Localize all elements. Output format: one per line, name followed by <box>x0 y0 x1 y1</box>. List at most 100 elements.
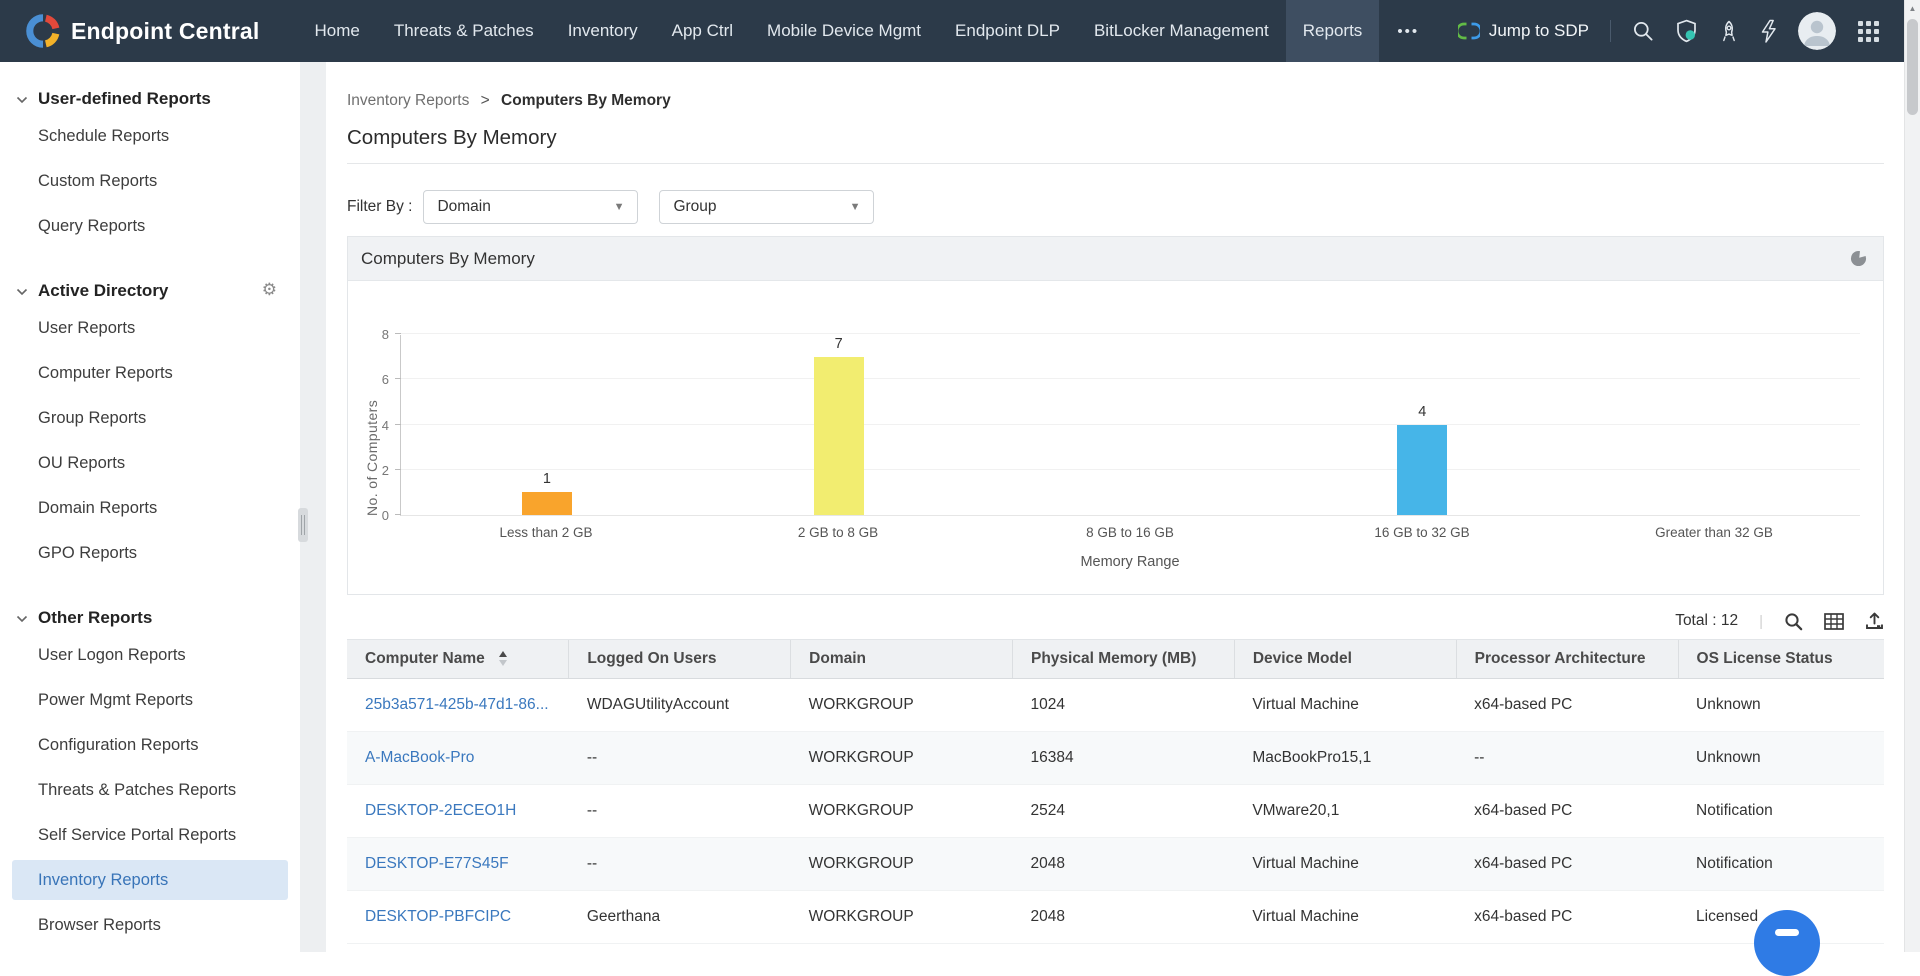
search-icon[interactable] <box>1632 20 1654 42</box>
column-header-os-license-status[interactable]: OS License Status <box>1678 640 1884 679</box>
sidebar-item-inventory-reports[interactable]: Inventory Reports <box>12 860 288 900</box>
nav-item-bitlocker-management[interactable]: BitLocker Management <box>1077 0 1286 62</box>
computer-name-link[interactable]: DESKTOP-E77S45F <box>365 855 509 872</box>
chart-bar-less-than-2-gb[interactable]: 1 <box>522 492 572 515</box>
lightning-icon[interactable] <box>1760 19 1777 44</box>
nav-item-mobile-device-mgmt[interactable]: Mobile Device Mgmt <box>750 0 938 62</box>
table-cell: Notification <box>1678 785 1884 838</box>
chart-plot: 02468174 <box>400 335 1860 516</box>
app-logo[interactable]: Endpoint Central <box>0 0 283 62</box>
y-tick-label: 2 <box>355 463 389 478</box>
sidebar-section-header-other-reports[interactable]: Other Reports <box>0 603 300 633</box>
domain-filter-dropdown[interactable]: Domain ▼ <box>423 190 638 224</box>
sidebar-section-header-active-directory[interactable]: Active Directory⚙ <box>0 276 300 306</box>
sort-icons[interactable] <box>499 651 507 666</box>
computer-name-link[interactable]: DESKTOP-2ECEO1H <box>365 802 516 819</box>
shield-security-icon[interactable] <box>1675 19 1698 44</box>
sidebar-gutter <box>300 62 326 952</box>
nav-item-app-ctrl[interactable]: App Ctrl <box>655 0 750 62</box>
table-cell: MacBookPro15,1 <box>1234 732 1456 785</box>
endpoint-central-logo-icon <box>26 14 60 48</box>
nav-more-button[interactable]: ••• <box>1379 0 1437 62</box>
chart-bar-2-gb-to-8-gb[interactable]: 7 <box>814 357 864 515</box>
sidebar-item-domain-reports[interactable]: Domain Reports <box>12 486 288 531</box>
sidebar-item-computer-reports[interactable]: Computer Reports <box>12 351 288 396</box>
sidebar-item-gpo-reports[interactable]: GPO Reports <box>12 531 288 576</box>
chart-bar-16-gb-to-32-gb[interactable]: 4 <box>1397 425 1447 516</box>
sidebar-section-header-user-defined-reports[interactable]: User-defined Reports <box>0 84 300 114</box>
pie-chart-icon[interactable] <box>1850 250 1867 267</box>
sidebar-item-user-logon-reports[interactable]: User Logon Reports <box>12 633 288 678</box>
sidebar-resize-handle[interactable] <box>298 508 308 542</box>
group-filter-dropdown[interactable]: Group ▼ <box>659 190 874 224</box>
nav-item-endpoint-dlp[interactable]: Endpoint DLP <box>938 0 1077 62</box>
column-header-logged-on-users[interactable]: Logged On Users <box>569 640 791 679</box>
table-row: 25b3a571-425b-47d1-86... WDAGUtilityAccou… <box>347 679 1884 732</box>
gridline <box>401 333 1860 334</box>
chevron-down-icon: ▼ <box>614 201 625 213</box>
y-tick-mark <box>395 469 401 470</box>
export-icon[interactable] <box>1865 612 1884 630</box>
table-row: DESKTOP-E77S45F--WORKGROUP2048Virtual Ma… <box>347 838 1884 891</box>
sidebar-item-custom-reports[interactable]: Custom Reports <box>12 159 288 204</box>
computer-name-link[interactable]: 25b3a571-425b-47d1-86... <box>365 696 549 713</box>
sidebar-section-active-directory: Active Directory⚙User ReportsComputer Re… <box>0 276 300 576</box>
nav-item-inventory[interactable]: Inventory <box>551 0 655 62</box>
sidebar-item-ou-reports[interactable]: OU Reports <box>12 441 288 486</box>
nav-item-home[interactable]: Home <box>297 0 376 62</box>
nav-item-reports[interactable]: Reports <box>1286 0 1380 62</box>
sidebar-item-user-reports[interactable]: User Reports <box>12 306 288 351</box>
y-tick-mark <box>395 514 401 515</box>
scrollbar-up-arrow[interactable]: ▲ <box>1905 0 1920 17</box>
sidebar-section-user-defined-reports: User-defined ReportsSchedule ReportsCust… <box>0 84 300 249</box>
sidebar-item-query-reports[interactable]: Query Reports <box>12 204 288 249</box>
table-row: DESKTOP-2ECEO1H--WORKGROUP2524VMware20,1… <box>347 785 1884 838</box>
sidebar-item-power-mgmt-reports[interactable]: Power Mgmt Reports <box>12 678 288 723</box>
x-category-label: Less than 2 GB <box>400 525 692 540</box>
computer-name-link[interactable]: A-MacBook-Pro <box>365 749 474 766</box>
column-grid-icon[interactable] <box>1824 613 1844 630</box>
sidebar-item-browser-reports[interactable]: Browser Reports <box>12 903 288 948</box>
column-header-label: Logged On Users <box>587 650 716 667</box>
x-category-label: 2 GB to 8 GB <box>692 525 984 540</box>
y-tick-mark <box>395 378 401 379</box>
table-cell: WORKGROUP <box>791 732 1013 785</box>
x-category-label: 8 GB to 16 GB <box>984 525 1276 540</box>
computer-name-cell: 25b3a571-425b-47d1-86... <box>347 679 569 732</box>
column-header-physical-memory-mb[interactable]: Physical Memory (MB) <box>1012 640 1234 679</box>
topnav-divider <box>1610 20 1611 42</box>
sidebar-section-title: Other Reports <box>38 608 152 628</box>
chat-button[interactable] <box>1754 910 1820 976</box>
sidebar-section-other-reports: Other Reports User Logon ReportsPower Mgm… <box>0 603 300 948</box>
chevron-down-icon <box>16 96 28 104</box>
column-header-device-model[interactable]: Device Model <box>1234 640 1456 679</box>
sidebar-item-self-service-portal-reports[interactable]: Self Service Portal Reports <box>12 813 288 858</box>
breadcrumb-separator: > <box>481 92 490 109</box>
jump-to-sdp-button[interactable]: Jump to SDP <box>1458 21 1589 41</box>
table-row: DESKTOP-PBFCIPCGeerthanaWORKGROUP2048Vir… <box>347 891 1884 944</box>
column-header-domain[interactable]: Domain <box>791 640 1013 679</box>
table-cell: WDAGUtilityAccount <box>569 679 791 732</box>
search-icon[interactable] <box>1784 612 1803 631</box>
nav-item-threats-patches[interactable]: Threats & Patches <box>377 0 551 62</box>
gear-icon[interactable]: ⚙ <box>262 280 277 300</box>
vertical-scrollbar[interactable]: ▲ <box>1904 0 1920 952</box>
table-cell: Unknown <box>1678 679 1884 732</box>
column-header-computer-name[interactable]: Computer Name <box>347 640 569 679</box>
avatar[interactable] <box>1798 12 1836 50</box>
rocket-icon[interactable] <box>1719 20 1739 43</box>
column-header-processor-architecture[interactable]: Processor Architecture <box>1456 640 1678 679</box>
sidebar-item-schedule-reports[interactable]: Schedule Reports <box>12 114 288 159</box>
sidebar-item-configuration-reports[interactable]: Configuration Reports <box>12 723 288 768</box>
topnav-right-tools: Jump to SDP <box>1458 0 1920 62</box>
chart-panel: Computers By Memory No. of Computers 024… <box>347 236 1884 595</box>
apps-grid-icon[interactable] <box>1857 20 1880 43</box>
sidebar-item-threats-patches-reports[interactable]: Threats & Patches Reports <box>12 768 288 813</box>
table-cell: WORKGROUP <box>791 785 1013 838</box>
y-tick-label: 6 <box>355 372 389 387</box>
scrollbar-thumb[interactable] <box>1907 19 1918 115</box>
breadcrumb-parent-link[interactable]: Inventory Reports <box>347 92 469 109</box>
computer-name-link[interactable]: DESKTOP-PBFCIPC <box>365 908 511 925</box>
sidebar-item-group-reports[interactable]: Group Reports <box>12 396 288 441</box>
table-cell: Geerthana <box>569 891 791 944</box>
